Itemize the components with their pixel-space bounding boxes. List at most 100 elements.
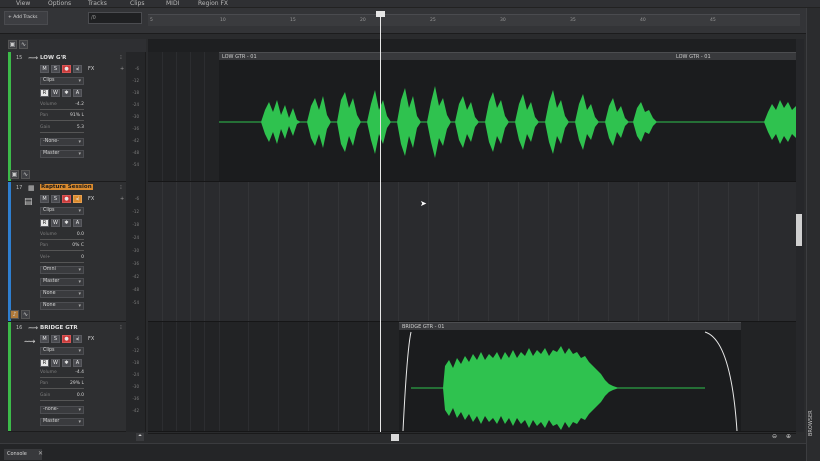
velocity-slider[interactable]: Vel+ 0	[40, 255, 84, 263]
input-echo-button[interactable]: ◂(	[73, 195, 82, 203]
record-arm-button[interactable]: ●	[62, 195, 71, 203]
track-name[interactable]: Rapture Session	[40, 184, 93, 190]
solo-button[interactable]: S	[51, 335, 60, 343]
synth-rack-icon[interactable]: ▤	[24, 197, 33, 207]
vertical-scroll-thumb[interactable]	[796, 214, 802, 246]
freeze-button[interactable]: ✱	[62, 89, 71, 97]
meter-tick: -12	[132, 78, 139, 83]
clips-dropdown[interactable]: Clips	[40, 207, 84, 215]
close-icon[interactable]: ✕	[38, 450, 43, 457]
timeline-tick: 25	[430, 18, 436, 23]
archive-button[interactable]: A	[73, 89, 82, 97]
waveform-low-gtr	[219, 86, 796, 158]
instrument-icon[interactable]: ♪	[10, 310, 19, 319]
menu-clips[interactable]: Clips	[130, 0, 144, 8]
mute-button[interactable]: M	[40, 195, 49, 203]
write-automation-button[interactable]: W	[51, 359, 60, 367]
collapse-icon[interactable]: ▣	[10, 170, 19, 179]
track-number: 16	[16, 325, 23, 331]
fx-bin-label[interactable]: FX	[88, 336, 94, 342]
clips-dropdown[interactable]: Clips	[40, 347, 84, 355]
volume-value: 0.0	[76, 232, 84, 237]
read-automation-button[interactable]: R	[40, 89, 49, 97]
track-menu-icon[interactable]: ⁝	[120, 324, 122, 331]
track-filter-input[interactable]: /0	[88, 12, 142, 24]
menu-view[interactable]: View	[16, 0, 30, 8]
clip-title[interactable]: LOW GTR - 01	[219, 52, 673, 60]
clip-title[interactable]: BRIDGE GTR - 01	[399, 322, 741, 330]
menu-options[interactable]: Options	[48, 0, 71, 8]
volume-slider[interactable]: Volume -4.4	[40, 370, 84, 378]
bank-dropdown[interactable]: None	[40, 302, 84, 310]
archive-button[interactable]: A	[73, 219, 82, 227]
playhead-line[interactable]	[380, 14, 381, 432]
menu-tracks[interactable]: Tracks	[88, 0, 107, 8]
automation-icon[interactable]: ∿	[21, 170, 30, 179]
browser-panel-collapsed[interactable]	[806, 8, 820, 461]
track-menu-icon[interactable]: ⁝	[120, 184, 122, 191]
pan-slider[interactable]: Pan 91% L	[40, 113, 84, 121]
input-dropdown[interactable]: Omni	[40, 266, 84, 274]
add-fx-icon[interactable]: +	[120, 66, 124, 72]
menu-region-fx[interactable]: Region FX	[198, 0, 228, 8]
fx-bin-label[interactable]: FX	[88, 196, 94, 202]
track-header-low-gtr[interactable]: 15 ⟿ LOW G'R ⁝ M S ● ◂( FX + Clips R W ✱…	[8, 52, 134, 182]
record-arm-button[interactable]: ●	[62, 65, 71, 73]
meter-tick: -36	[132, 126, 139, 131]
midi-channel-dropdown[interactable]: None	[40, 290, 84, 298]
velocity-value: 0	[81, 255, 84, 260]
solo-button[interactable]: S	[51, 195, 60, 203]
collapse-icon[interactable]: ▣	[8, 40, 17, 49]
clips-dropdown[interactable]: Clips	[40, 77, 84, 85]
output-dropdown[interactable]: Master	[40, 278, 84, 286]
meter-tick: -36	[132, 261, 139, 266]
output-dropdown[interactable]: Master	[40, 150, 84, 158]
read-automation-button[interactable]: R	[40, 359, 49, 367]
freeze-button[interactable]: ✱	[62, 219, 71, 227]
read-automation-button[interactable]: R	[40, 219, 49, 227]
timeline-ruler[interactable]: 5 10 15 20 25 30 35 40 45	[148, 14, 800, 26]
track-menu-icon[interactable]: ⁝	[120, 54, 122, 61]
fx-bin-label[interactable]: FX	[88, 66, 94, 72]
pan-slider[interactable]: Pan 0% C	[40, 243, 84, 251]
track-lane-low-gtr[interactable]: LOW GTR - 01 LOW GTR - 01	[148, 52, 796, 182]
gain-slider[interactable]: Gain 0.0	[40, 393, 84, 401]
track-name[interactable]: LOW G'R	[40, 55, 66, 61]
gain-slider[interactable]: Gain 5.3	[40, 125, 84, 133]
volume-slider[interactable]: Volume 0.0	[40, 232, 84, 240]
freeze-button[interactable]: ✱	[62, 359, 71, 367]
mute-button[interactable]: M	[40, 335, 49, 343]
clip-title[interactable]: LOW GTR - 01	[673, 52, 796, 60]
scroll-left-icon[interactable]: ⏶	[136, 433, 144, 441]
automation-icon[interactable]: ∿	[19, 40, 28, 49]
track-header-rapture[interactable]: 17 ▦ Rapture Session ⁝ ▤ M S ● ◂( FX + C…	[8, 182, 134, 322]
console-tab[interactable]: Console	[4, 449, 42, 460]
mute-button[interactable]: M	[40, 65, 49, 73]
zoom-out-icon[interactable]: ⊖	[772, 433, 777, 440]
meter-tick: -18	[132, 360, 139, 365]
input-echo-button[interactable]: ◂(	[73, 65, 82, 73]
input-dropdown[interactable]: -none-	[40, 406, 84, 414]
automation-icon[interactable]: ∿	[21, 310, 30, 319]
input-dropdown[interactable]: -None-	[40, 138, 84, 146]
horizontal-scrollbar[interactable]	[148, 433, 796, 441]
pan-slider[interactable]: Pan 29% L	[40, 381, 84, 389]
horizontal-scroll-thumb[interactable]	[391, 434, 399, 441]
output-dropdown[interactable]: Master	[40, 418, 84, 426]
track-lane-bridge-gtr[interactable]: BRIDGE GTR - 01	[148, 322, 796, 432]
track-lane-rapture[interactable]: ➤	[148, 182, 796, 322]
menu-midi[interactable]: MIDI	[166, 0, 179, 8]
write-automation-button[interactable]: W	[51, 219, 60, 227]
write-automation-button[interactable]: W	[51, 89, 60, 97]
track-header-bridge-gtr[interactable]: 16 ⟿ BRIDGE GTR ⁝ ⟿ M S ● ◂( FX Clips R …	[8, 322, 134, 432]
track-name[interactable]: BRIDGE GTR	[40, 325, 78, 331]
solo-button[interactable]: S	[51, 65, 60, 73]
zoom-in-icon[interactable]: ⊕	[786, 433, 791, 440]
add-fx-icon[interactable]: +	[120, 196, 124, 202]
archive-button[interactable]: A	[73, 359, 82, 367]
volume-slider[interactable]: Volume -4.2	[40, 102, 84, 110]
input-echo-button[interactable]: ◂(	[73, 335, 82, 343]
add-tracks-button[interactable]: + Add Tracks	[4, 11, 48, 25]
record-arm-button[interactable]: ●	[62, 335, 71, 343]
browser-tab[interactable]: BROWSER	[808, 408, 818, 438]
